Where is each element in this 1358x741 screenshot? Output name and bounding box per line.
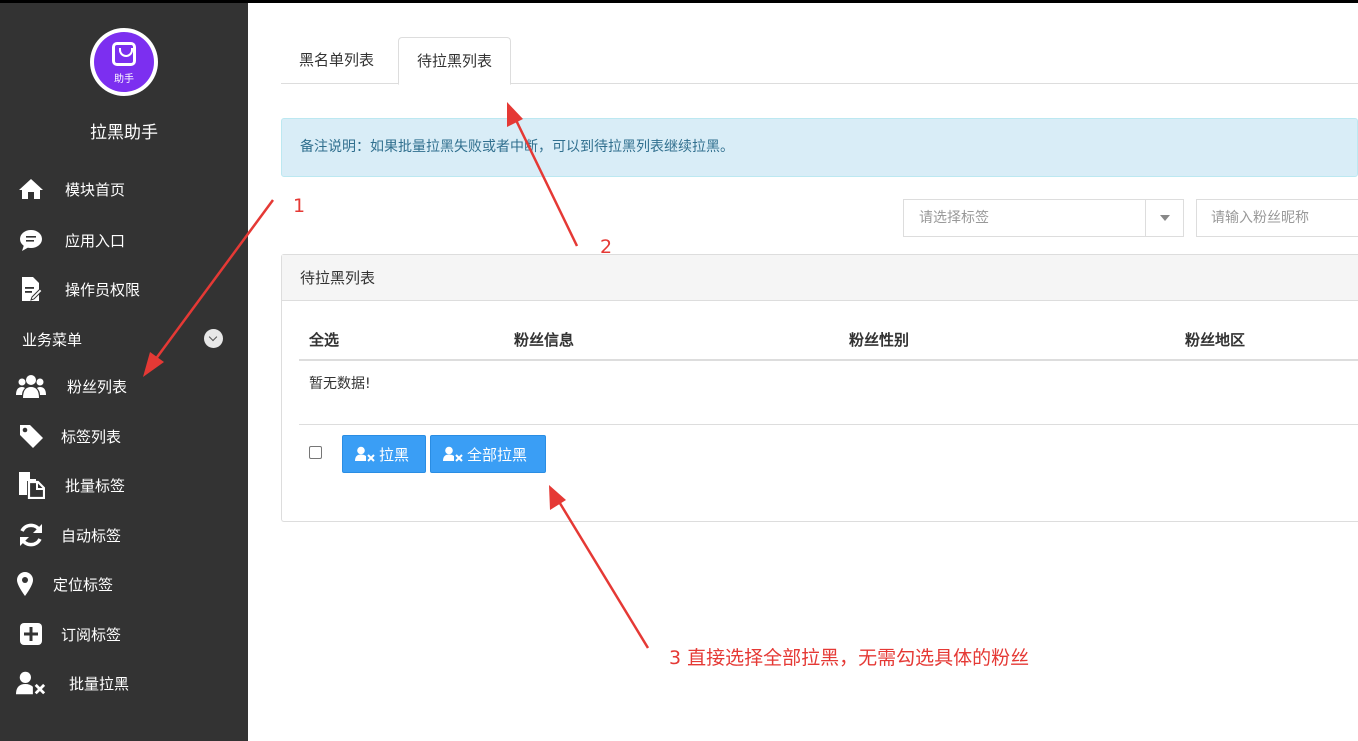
annotation-arrow-2	[507, 102, 579, 247]
annotation-label-1: 1	[293, 195, 306, 217]
annotation-arrows	[143, 102, 650, 649]
annotation-arrow-3	[549, 485, 650, 649]
annotation-label-3: 3 直接选择全部拉黑，无需勾选具体的粉丝	[669, 647, 1030, 669]
annotation-label-2: 2	[600, 236, 613, 258]
annotation-arrow-1	[143, 199, 275, 377]
